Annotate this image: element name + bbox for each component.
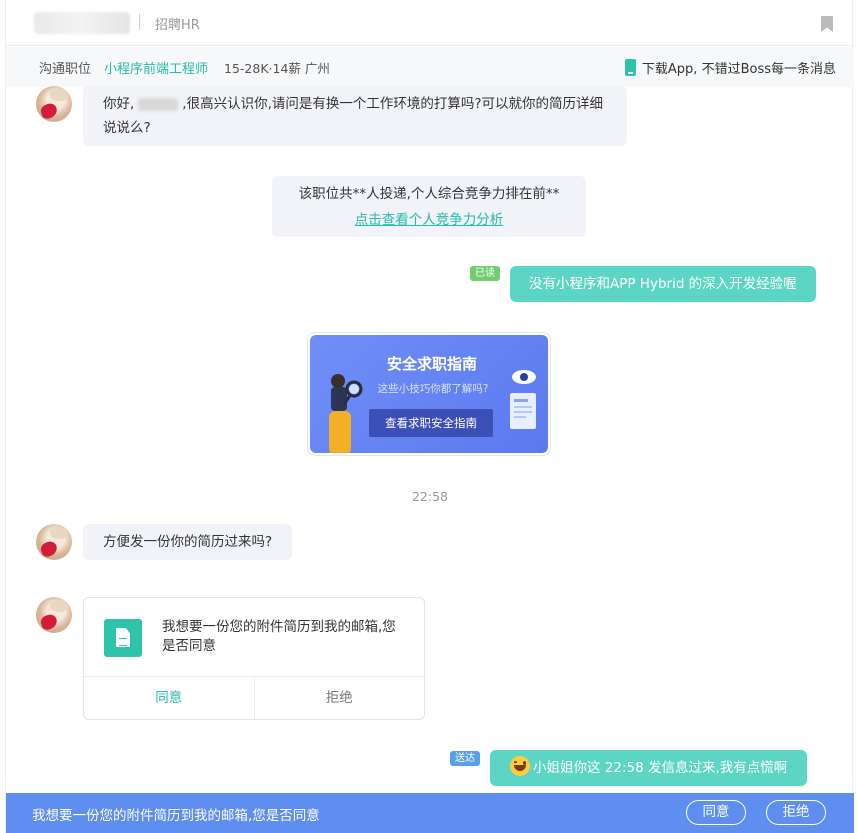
resume-request-card: 我想要一份您的附件简历到我的邮箱,您是否同意 同意 拒绝 (83, 597, 425, 720)
job-title-link[interactable]: 小程序前端工程师 (104, 58, 208, 77)
divider (139, 14, 140, 30)
system-message: 该职位共**人投递,个人综合竞争力排在前** 点击查看个人竞争力分析 (272, 176, 586, 237)
bar-refuse-button[interactable]: 拒绝 (766, 800, 826, 825)
timestamp: 22:58 (411, 489, 449, 504)
name-redacted (138, 97, 179, 111)
safety-guide-button[interactable]: 查看求职安全指南 (369, 409, 493, 437)
document-icon (104, 619, 142, 657)
incoming-message: 方便发一份你的简历过来吗? (83, 524, 293, 560)
bookmark-icon[interactable] (820, 15, 834, 33)
delivered-status-badge: 送达 (450, 751, 480, 766)
download-app-link[interactable]: 下载App, 不错过Boss每一条消息 (624, 58, 836, 77)
outgoing-message: 小姐姐你这 22:58 发信息过来,我有点慌啊 (490, 750, 808, 786)
resume-request-bar: 我想要一份您的附件简历到我的邮箱,您是否同意 同意 拒绝 (6, 793, 854, 833)
download-app-text: 下载App, 不错过Boss每一条消息 (641, 62, 836, 77)
avatar[interactable] (36, 597, 72, 633)
resume-request-text: 我想要一份您的附件简历到我的邮箱,您是否同意 (162, 619, 396, 654)
chat-header: 招聘HR (6, 0, 854, 46)
chat-window: 招聘HR 沟通职位 小程序前端工程师 15-28K·14薪 广州 下载App, … (5, 0, 854, 833)
phone-icon (624, 59, 636, 76)
avatar[interactable] (36, 524, 72, 560)
salary-location: 15-28K·14薪 广州 (224, 61, 330, 76)
resume-request-bar-text: 我想要一份您的附件简历到我的邮箱,您是否同意 (32, 808, 320, 824)
safety-guide-card[interactable]: 安全求职指南 这些小技巧你都了解吗? 查看求职安全指南 (307, 332, 551, 456)
resume-request-actions: 同意 拒绝 (84, 676, 424, 719)
position-bar: 沟通职位 小程序前端工程师 15-28K·14薪 广州 下载App, 不错过Bo… (6, 47, 854, 87)
bar-agree-button[interactable]: 同意 (686, 800, 746, 825)
incoming-message: 你好, ,很高兴认识你,请问是有换一个工作环境的打算吗?可以就你的简历详细说说么? (83, 86, 627, 146)
competitiveness-link[interactable]: 点击查看个人竞争力分析 (272, 207, 586, 233)
safety-guide-title: 安全求职指南 (386, 355, 477, 373)
safety-guide-subtitle: 这些小技巧你都了解吗? (377, 383, 489, 395)
document-eye-illustration (510, 370, 536, 429)
grinning-emoji-icon (510, 756, 530, 776)
avatar[interactable] (36, 86, 72, 122)
read-status-badge: 已读 (470, 266, 500, 281)
hr-name-redacted (34, 12, 130, 34)
person-with-magnifier-illustration (329, 374, 363, 453)
position-label: 沟通职位 (39, 62, 92, 77)
refuse-button[interactable]: 拒绝 (255, 677, 425, 719)
agree-button[interactable]: 同意 (84, 677, 255, 719)
outgoing-message: 没有小程序和APP Hybrid 的深入开发经验喔 (510, 266, 816, 302)
system-message-text: 该职位共**人投递,个人综合竞争力排在前** (298, 186, 560, 202)
hr-role: 招聘HR (155, 18, 200, 33)
